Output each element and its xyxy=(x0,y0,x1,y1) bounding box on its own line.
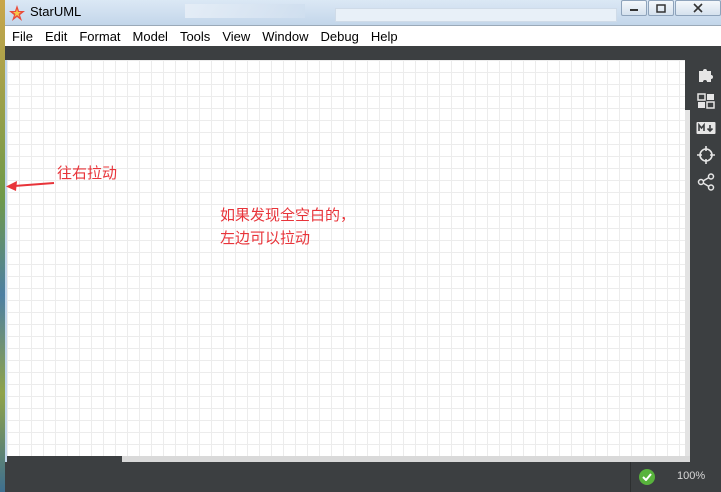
title-bar-blur-field xyxy=(335,8,617,22)
hint-annotation-line2: 左边可以拉动 xyxy=(220,229,311,247)
menu-view[interactable]: View xyxy=(216,26,256,47)
title-bar-blur xyxy=(185,4,305,18)
menu-edit[interactable]: Edit xyxy=(39,26,73,47)
layout-icon[interactable] xyxy=(696,91,716,111)
right-tool-sidebar xyxy=(690,60,721,464)
title-bar[interactable]: StarUML xyxy=(5,0,721,25)
window-controls xyxy=(620,0,721,18)
close-button[interactable] xyxy=(675,0,721,16)
menu-file[interactable]: File xyxy=(5,26,39,47)
maximize-button[interactable] xyxy=(648,0,674,16)
share-icon[interactable] xyxy=(696,172,716,192)
menu-model[interactable]: Model xyxy=(127,26,174,47)
close-icon xyxy=(693,3,703,13)
menu-format[interactable]: Format xyxy=(73,26,126,47)
hint-annotation-line1: 如果发现全空白的， xyxy=(220,206,356,224)
diagram-canvas[interactable]: 往右拉动 如果发现全空白的， 左边可以拉动 xyxy=(7,60,685,456)
window-title: StarUML xyxy=(30,4,82,19)
menu-tools[interactable]: Tools xyxy=(174,26,216,47)
status-bar: 100% xyxy=(5,462,721,492)
minimize-button[interactable] xyxy=(621,0,647,16)
staruml-logo-icon xyxy=(9,5,25,21)
crosshair-icon[interactable] xyxy=(696,145,716,165)
app-window: StarUML File Edit Format Model Tools Vie… xyxy=(5,0,721,492)
status-separator xyxy=(630,462,631,492)
validation-ok-icon[interactable] xyxy=(639,469,655,485)
drag-arrow-left-icon xyxy=(6,181,55,191)
menu-help[interactable]: Help xyxy=(365,26,404,47)
top-toolbar-strip xyxy=(5,46,721,60)
menu-bar: File Edit Format Model Tools View Window… xyxy=(5,25,721,46)
zoom-level[interactable]: 100% xyxy=(677,470,705,482)
drag-right-annotation: 往右拉动 xyxy=(57,164,118,182)
restore-icon xyxy=(656,3,666,13)
extensions-icon[interactable] xyxy=(696,64,716,84)
markdown-icon[interactable] xyxy=(696,118,716,138)
minimize-icon xyxy=(630,9,638,11)
menu-window[interactable]: Window xyxy=(256,26,314,47)
menu-debug[interactable]: Debug xyxy=(315,26,365,47)
